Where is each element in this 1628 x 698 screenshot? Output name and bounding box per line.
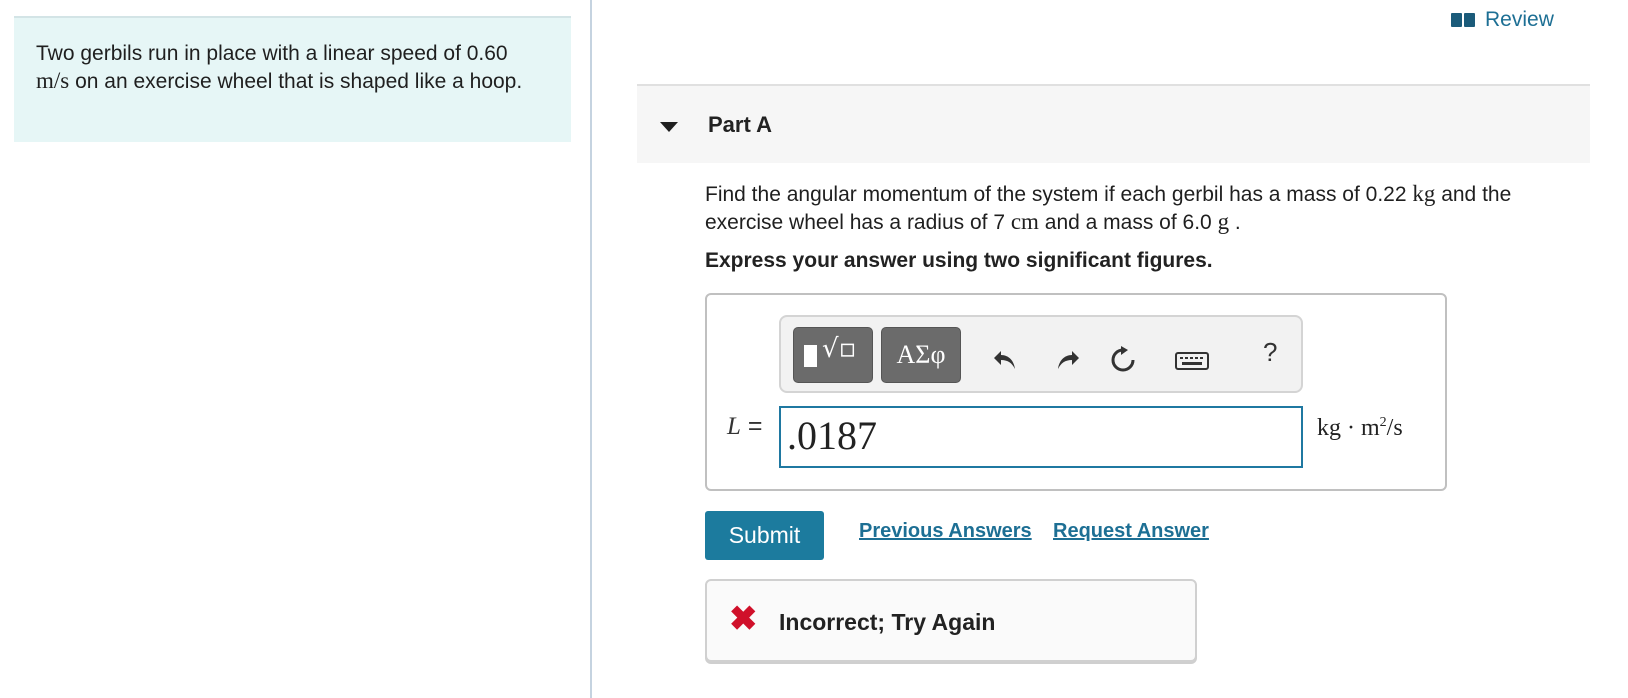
unit-exponent: 2 xyxy=(1379,415,1387,430)
review-label: Review xyxy=(1485,8,1554,31)
feedback-message: Incorrect; Try Again xyxy=(779,609,996,635)
math-toolbar: √▫ ΑΣφ ? xyxy=(779,315,1303,393)
reset-icon[interactable] xyxy=(1108,345,1138,375)
answer-instruction: Express your answer using two significan… xyxy=(705,249,1213,272)
mass-unit-kg: kg xyxy=(1412,181,1436,206)
mass-unit-g: g xyxy=(1217,209,1230,234)
undo-icon[interactable] xyxy=(991,345,1021,375)
answer-unit: kg · m2/s xyxy=(1317,415,1403,442)
intro-text: Two gerbils run in place with a linear s… xyxy=(36,42,508,65)
book-icon xyxy=(1451,13,1475,27)
problem-intro: Two gerbils run in place with a linear s… xyxy=(14,16,571,142)
answer-box: √▫ ΑΣφ ? L = .0187 kg · m2/s xyxy=(705,293,1447,491)
answer-input[interactable]: .0187 xyxy=(779,406,1303,468)
speed-unit: m/s xyxy=(36,68,70,93)
request-answer-link[interactable]: Request Answer xyxy=(1053,520,1209,543)
feedback-box: ✖ Incorrect; Try Again xyxy=(705,579,1197,662)
keyboard-icon[interactable] xyxy=(1175,345,1209,375)
variable-label: L = xyxy=(727,412,762,441)
unit-base: kg · m xyxy=(1317,415,1380,441)
previous-answers-link[interactable]: Previous Answers xyxy=(859,520,1032,543)
greek-symbols-button[interactable]: ΑΣφ xyxy=(881,327,961,383)
intro-text-tail: on an exercise wheel that is shaped like… xyxy=(69,70,523,93)
caret-down-icon[interactable] xyxy=(660,122,678,132)
unit-tail: /s xyxy=(1386,415,1403,441)
cross-icon: ✖ xyxy=(729,600,758,638)
help-button[interactable]: ? xyxy=(1263,337,1277,368)
part-a-header[interactable]: Part A xyxy=(637,84,1590,163)
question-segment: Find the angular momentum of the system … xyxy=(705,183,1413,206)
panel-divider xyxy=(590,0,592,698)
template-block-icon xyxy=(804,345,817,367)
variable-symbol: L xyxy=(727,413,741,440)
part-title: Part A xyxy=(708,112,772,137)
templates-button[interactable]: √▫ xyxy=(793,327,873,383)
redo-icon[interactable] xyxy=(1052,345,1082,375)
radical-icon: √▫ xyxy=(822,334,857,364)
question-text: Find the angular momentum of the system … xyxy=(705,180,1585,236)
question-segment: and a mass of 6.0 xyxy=(1038,211,1218,234)
equals-sign: = xyxy=(747,412,763,440)
radius-unit-cm: cm xyxy=(1010,209,1039,234)
submit-button[interactable]: Submit xyxy=(705,511,824,560)
question-segment: . xyxy=(1229,211,1241,234)
review-link[interactable]: Review xyxy=(1451,8,1554,32)
